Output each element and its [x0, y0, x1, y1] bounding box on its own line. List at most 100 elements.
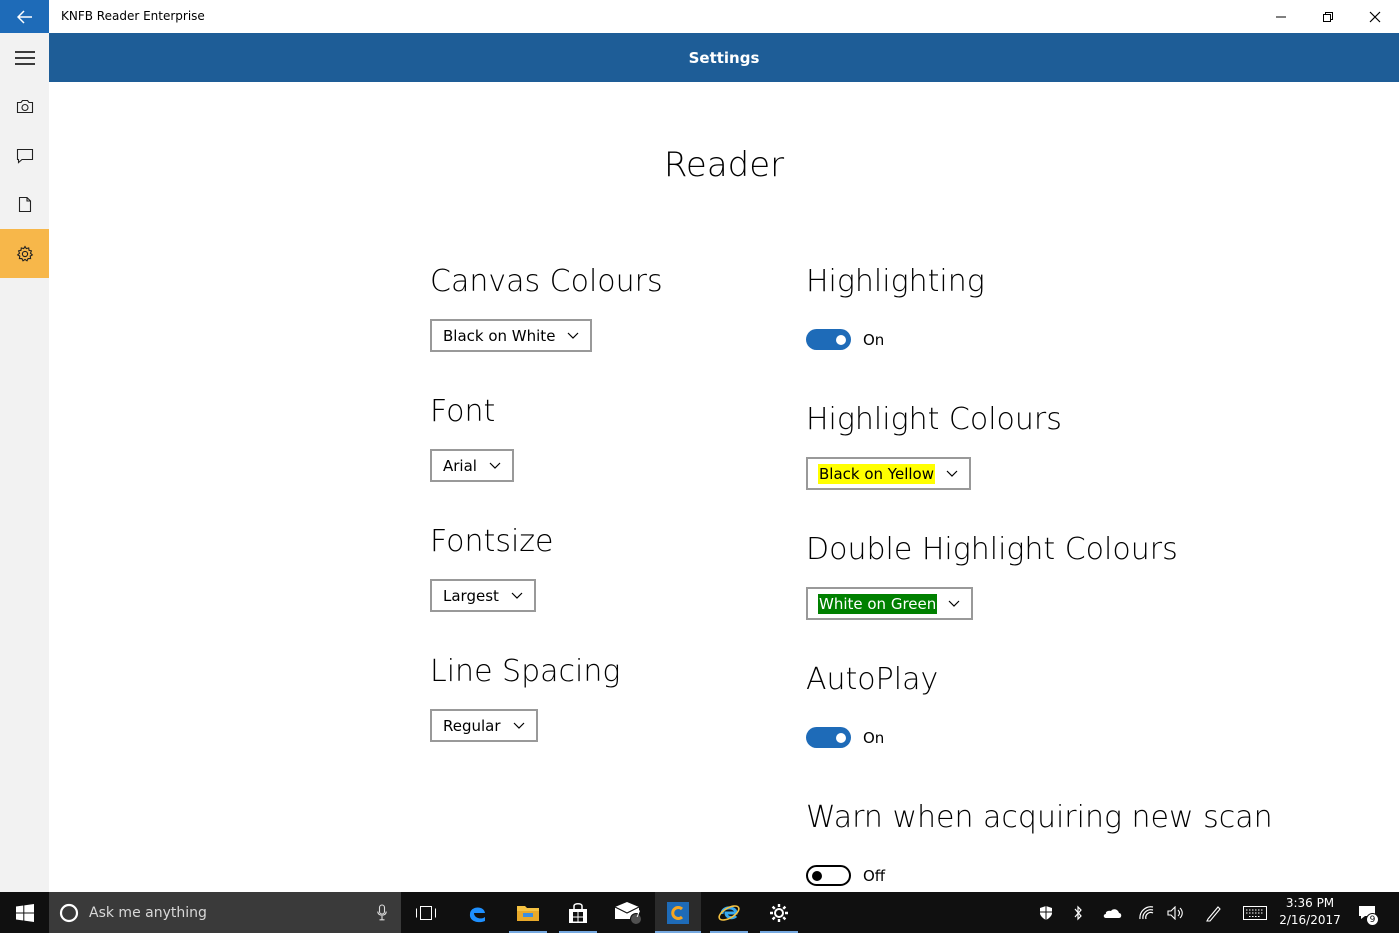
- chevron-down-icon: [947, 597, 961, 611]
- cortana-icon: [59, 903, 79, 922]
- chevron-down-icon: [512, 719, 526, 733]
- tray-defender[interactable]: [1034, 892, 1058, 933]
- double-highlight-colours-dropdown[interactable]: White on Green: [806, 587, 974, 620]
- document-icon: [18, 196, 31, 213]
- autoplay-label: AutoPlay: [806, 662, 939, 697]
- internet-explorer-icon: [718, 904, 740, 921]
- shield-icon: [1040, 905, 1052, 920]
- taskbar-edge[interactable]: [454, 892, 500, 933]
- wifi-icon: [1139, 905, 1154, 919]
- pen-icon: [1206, 905, 1221, 922]
- minimize-button[interactable]: [1258, 0, 1304, 33]
- settings-header: Settings: [49, 33, 1399, 82]
- back-button[interactable]: [0, 0, 49, 33]
- fontsize-value: Largest: [443, 586, 499, 605]
- taskbar-settings[interactable]: [756, 892, 802, 933]
- windows-logo-icon: [15, 903, 34, 922]
- fontsize-dropdown[interactable]: Largest: [430, 579, 536, 612]
- hamburger-icon: [14, 50, 35, 65]
- rail-item-settings[interactable]: [0, 229, 49, 278]
- search-placeholder: Ask me anything: [89, 904, 207, 921]
- font-value: Arial: [443, 456, 477, 475]
- chevron-down-icon: [488, 459, 502, 473]
- line-spacing-label: Line Spacing: [430, 654, 621, 689]
- camera-icon: [16, 99, 33, 114]
- cloud-icon: [1103, 908, 1122, 918]
- highlight-colours-dropdown[interactable]: Black on Yellow: [806, 457, 971, 490]
- page-heading: Reader: [663, 145, 785, 185]
- knfb-reader-icon: [667, 901, 689, 924]
- store-icon: [569, 902, 587, 923]
- rail-item-messages[interactable]: [0, 131, 49, 180]
- keyboard-icon: [1243, 905, 1267, 920]
- highlighting-toggle-row: On: [806, 329, 884, 350]
- tray-touch-keyboard[interactable]: [1240, 892, 1270, 933]
- double-highlight-colours-label: Double Highlight Colours: [806, 532, 1178, 567]
- warn-new-scan-toggle[interactable]: [806, 865, 851, 886]
- title-bar: KNFB Reader Enterprise: [0, 0, 1399, 33]
- chevron-down-icon: [510, 589, 524, 603]
- bluetooth-icon: [1074, 905, 1082, 920]
- restore-icon: [1323, 11, 1333, 22]
- search-box[interactable]: Ask me anything: [49, 892, 401, 933]
- rail-item-documents[interactable]: [0, 180, 49, 229]
- highlighting-state: On: [863, 330, 885, 349]
- clock-time: 3:36 PM: [1285, 896, 1335, 910]
- minimize-icon: [1276, 16, 1286, 17]
- double-highlight-colours-value: White on Green: [818, 593, 938, 614]
- folder-icon: [517, 905, 539, 921]
- toggle-knob: [812, 870, 822, 881]
- highlight-colours-label: Highlight Colours: [806, 402, 1062, 437]
- fontsize-label: Fontsize: [430, 524, 554, 559]
- microphone-icon[interactable]: [377, 904, 387, 921]
- restore-button[interactable]: [1305, 0, 1351, 33]
- task-view-button[interactable]: [404, 892, 448, 933]
- action-center-button[interactable]: 9: [1352, 892, 1382, 933]
- taskbar-internet-explorer[interactable]: [706, 892, 752, 933]
- tray-onedrive[interactable]: [1100, 892, 1124, 933]
- tray-pen[interactable]: [1202, 892, 1226, 933]
- canvas-colours-dropdown[interactable]: Black on White: [430, 319, 593, 352]
- font-label: Font: [430, 394, 496, 429]
- window-title: KNFB Reader Enterprise: [61, 9, 205, 23]
- highlighting-toggle[interactable]: [806, 329, 851, 350]
- font-dropdown[interactable]: Arial: [430, 449, 514, 482]
- autoplay-toggle-row: On: [806, 727, 884, 748]
- tray-bluetooth[interactable]: [1068, 892, 1088, 933]
- toggle-knob: [836, 732, 846, 743]
- header-title: Settings: [688, 48, 760, 67]
- task-view-icon: [416, 905, 436, 920]
- canvas-colours-label: Canvas Colours: [430, 264, 663, 299]
- taskbar-store[interactable]: [555, 892, 601, 933]
- taskbar: Ask me anything 7 3:36 PM 2/16/2017 9: [0, 892, 1399, 933]
- mail-badge: 7: [635, 910, 641, 920]
- taskbar-mail[interactable]: 7: [605, 892, 651, 933]
- edge-icon: [469, 906, 485, 922]
- tray-volume[interactable]: [1164, 892, 1188, 933]
- taskbar-file-explorer[interactable]: [505, 892, 551, 933]
- canvas-colours-value: Black on White: [443, 326, 556, 345]
- autoplay-toggle[interactable]: [806, 727, 851, 748]
- warn-new-scan-toggle-row: Off: [806, 865, 885, 886]
- start-button[interactable]: [0, 892, 49, 933]
- menu-button[interactable]: [0, 33, 49, 82]
- rail-item-camera[interactable]: [0, 82, 49, 131]
- taskbar-knfb-reader[interactable]: [655, 892, 701, 933]
- speaker-icon: [1167, 905, 1183, 920]
- tray-network[interactable]: [1134, 892, 1158, 933]
- close-button[interactable]: [1352, 0, 1398, 33]
- line-spacing-value: Regular: [443, 716, 501, 735]
- warn-new-scan-label: Warn when acquiring new scan: [806, 800, 1273, 835]
- line-spacing-dropdown[interactable]: Regular: [430, 709, 538, 742]
- taskbar-clock[interactable]: 3:36 PM 2/16/2017: [1276, 895, 1344, 929]
- highlight-colours-value: Black on Yellow: [818, 463, 935, 484]
- navigation-rail: [0, 33, 49, 892]
- back-arrow-icon: [16, 9, 32, 24]
- clock-date: 2/16/2017: [1279, 913, 1341, 927]
- warn-new-scan-state: Off: [863, 866, 886, 885]
- chevron-down-icon: [945, 467, 959, 481]
- highlighting-label: Highlighting: [806, 264, 985, 299]
- close-icon: [1369, 11, 1381, 22]
- gear-icon: [16, 244, 33, 262]
- settings-gear-icon: [770, 903, 788, 922]
